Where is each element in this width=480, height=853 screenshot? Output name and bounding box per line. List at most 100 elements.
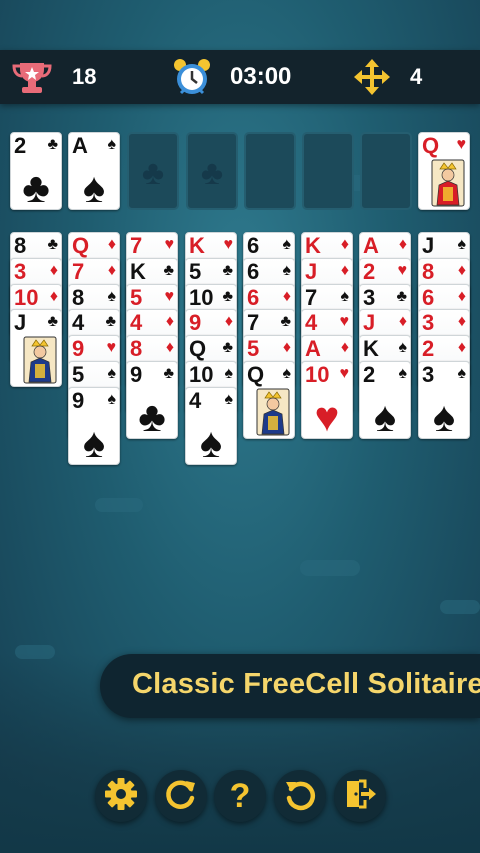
card-rank: 2 xyxy=(363,362,376,387)
card-rank: K xyxy=(305,233,321,258)
move-arrows-icon xyxy=(352,57,392,97)
free-cell-card[interactable]: A ♠ ♠ xyxy=(68,132,120,210)
settings-button[interactable] xyxy=(95,770,147,822)
help-icon: ? xyxy=(229,777,251,815)
card-rank: Q xyxy=(422,133,440,158)
card-rank: 5 xyxy=(130,285,143,310)
card-rank: Q xyxy=(247,362,265,387)
playing-card[interactable]: 4 ♠ ♠ xyxy=(185,387,237,465)
card-suit-icon: ♦ xyxy=(282,339,291,356)
card-rank: 4 xyxy=(189,388,202,413)
background-cloud xyxy=(95,498,143,512)
card-rank: 2 xyxy=(422,336,435,361)
card-rank: 9 xyxy=(130,362,143,387)
exit-button[interactable] xyxy=(334,770,386,822)
card-suit-icon: ♠ xyxy=(107,365,117,382)
playing-card[interactable]: 3 ♠ ♠ xyxy=(418,361,470,439)
card-suit-icon: ♥ xyxy=(339,313,350,330)
card-rank: 4 xyxy=(72,310,85,335)
playing-card[interactable]: Q ♠ xyxy=(243,361,295,439)
card-suit-icon: ♦ xyxy=(165,313,174,330)
background-cloud xyxy=(440,600,480,614)
card-suit-icon: ♣ xyxy=(222,262,234,279)
help-button[interactable]: ? xyxy=(214,770,266,822)
card-rank: 9 xyxy=(189,310,202,335)
title-banner: Classic FreeCell Solitaire xyxy=(100,654,480,718)
card-suit-icon: ♣ xyxy=(163,365,175,382)
card-suit-icon: ♠ xyxy=(282,365,292,382)
free-cell-card[interactable]: 2 ♣ ♣ xyxy=(10,132,62,210)
card-rank: 6 xyxy=(247,233,260,258)
card-suit-icon: ♦ xyxy=(398,236,407,253)
card-suit-icon: ♥ xyxy=(106,339,117,356)
card-suit-icon: ♥ xyxy=(456,136,467,153)
card-suit-icon: ♠ xyxy=(224,391,234,408)
playing-card[interactable]: J ♣ xyxy=(10,309,62,387)
playing-card[interactable]: 9 ♠ ♠ xyxy=(68,387,120,465)
card-rank: 5 xyxy=(72,362,85,387)
card-rank: 3 xyxy=(422,310,435,335)
card-rank: 9 xyxy=(72,336,85,361)
foundation-pile[interactable] xyxy=(360,132,412,210)
card-center-suit-icon: ♣ xyxy=(22,164,50,210)
card-suit-icon: ♦ xyxy=(457,262,466,279)
moves-value: 4 xyxy=(410,64,423,89)
card-rank: 6 xyxy=(422,285,435,310)
face-card-portrait-icon xyxy=(256,388,290,436)
card-rank: 2 xyxy=(14,133,27,158)
card-suit-icon: ♦ xyxy=(282,288,291,305)
card-rank: 5 xyxy=(189,259,202,284)
card-suit-icon: ♠ xyxy=(282,262,292,279)
card-suit-icon: ♠ xyxy=(107,288,117,305)
card-suit-icon: ♣ xyxy=(105,313,117,330)
undo-button[interactable] xyxy=(274,770,326,822)
foundation-pile[interactable] xyxy=(302,132,354,210)
card-center-suit-icon: ♠ xyxy=(373,393,397,439)
card-rank: J xyxy=(14,310,27,335)
card-rank: 10 xyxy=(14,285,39,310)
card-rank: J xyxy=(363,310,376,335)
card-rank: 3 xyxy=(422,362,435,387)
card-suit-icon: ♣ xyxy=(222,288,234,305)
card-rank: J xyxy=(422,233,435,258)
face-card-portrait-icon xyxy=(23,336,57,384)
card-suit-icon: ♥ xyxy=(339,365,350,382)
card-suit-icon: ♣ xyxy=(163,262,175,279)
card-rank: 5 xyxy=(247,336,260,361)
playing-card[interactable]: 2 ♠ ♠ xyxy=(359,361,411,439)
exit-door-icon xyxy=(343,777,377,816)
card-rank: K xyxy=(130,259,146,284)
banner-title: Classic FreeCell Solitaire xyxy=(132,668,480,700)
card-suit-icon: ♠ xyxy=(457,236,467,253)
card-suit-icon: ♦ xyxy=(49,262,58,279)
playing-card[interactable]: 9 ♣ ♣ xyxy=(126,361,178,439)
card-rank: 8 xyxy=(72,285,85,310)
card-rank: A xyxy=(72,133,88,158)
card-suit-icon: ♦ xyxy=(457,288,466,305)
card-rank: 4 xyxy=(305,310,318,335)
card-suit-icon: ♥ xyxy=(164,288,175,305)
card-center-suit-icon: ♠ xyxy=(82,164,106,210)
card-rank: 8 xyxy=(422,259,435,284)
free-cell[interactable]: ♣ xyxy=(127,132,179,210)
free-cell[interactable]: ♣ xyxy=(186,132,238,210)
card-suit-icon: ♥ xyxy=(164,236,175,253)
status-bar: 18 03:00 4 xyxy=(0,50,480,104)
card-suit-icon: ♥ xyxy=(223,236,234,253)
card-rank: A xyxy=(305,336,321,361)
card-rank: 3 xyxy=(14,259,27,284)
card-suit-icon: ♠ xyxy=(457,365,467,382)
foundation-pile-card[interactable]: Q ♥ xyxy=(418,132,470,210)
card-rank: 6 xyxy=(247,259,260,284)
playing-card[interactable]: 10 ♥ ♥ xyxy=(301,361,353,439)
card-suit-icon: ♦ xyxy=(340,236,349,253)
card-center-suit-icon: ♥ xyxy=(314,393,340,439)
club-placeholder-icon: ♣ xyxy=(141,154,165,192)
card-rank: A xyxy=(363,233,379,258)
card-suit-icon: ♣ xyxy=(222,339,234,356)
card-suit-icon: ♠ xyxy=(282,236,292,253)
foundation-pile[interactable] xyxy=(244,132,296,210)
restart-button[interactable] xyxy=(155,770,207,822)
card-rank: 10 xyxy=(189,362,214,387)
card-suit-icon: ♦ xyxy=(107,236,116,253)
